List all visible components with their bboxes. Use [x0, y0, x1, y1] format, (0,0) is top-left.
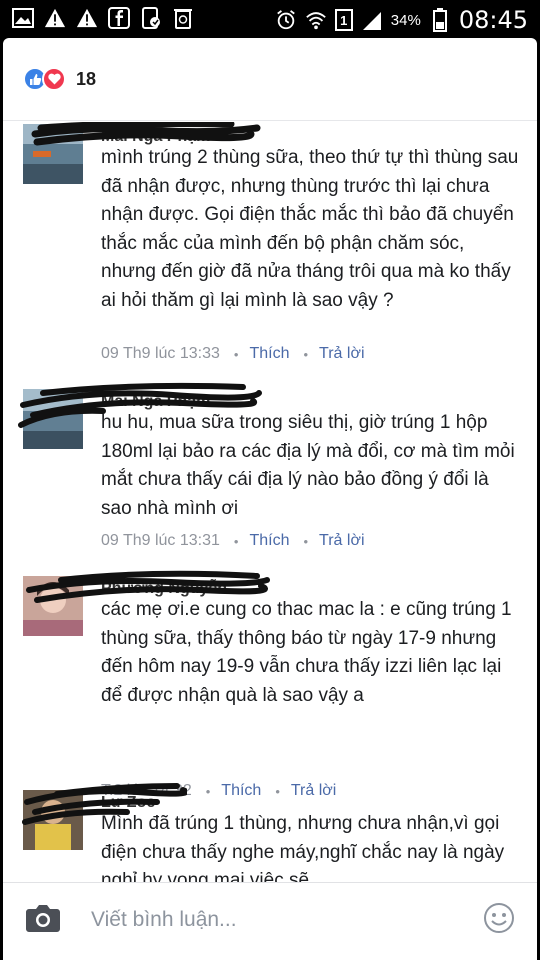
warning-icon — [44, 7, 66, 29]
reaction-count: 18 — [76, 68, 97, 89]
comments-sheet: 18 Mai Nga Phạm mình trúng 2 thùng sữa, … — [3, 38, 537, 960]
facebook-icon — [108, 7, 130, 29]
comment-composer: Viết bình luận... — [3, 882, 537, 960]
comment-meta: 09 Th9 lúc 13:33 • Thích • Trả lời — [101, 345, 365, 363]
reactions-summary[interactable]: 18 — [23, 67, 96, 91]
camera-icon[interactable] — [25, 903, 61, 933]
comment-timestamp: 09 Th9 lúc 13:33 — [101, 345, 220, 362]
separator-dot: • — [275, 783, 280, 799]
comment-input[interactable]: Viết bình luận... — [91, 908, 237, 932]
love-icon — [42, 67, 66, 91]
smiley-icon[interactable] — [483, 902, 515, 934]
system-icons: 1 34% 08:45 — [275, 6, 528, 34]
phone-icon — [140, 7, 162, 29]
recycle-icon — [172, 7, 194, 29]
comment-list[interactable]: Mai Nga Phạm mình trúng 2 thùng sữa, the… — [3, 122, 537, 882]
notification-icons — [12, 7, 194, 29]
sim-icon: 1 — [334, 9, 353, 31]
reply-link[interactable]: Trả lời — [291, 782, 336, 800]
status-bar: 1 34% 08:45 — [0, 0, 540, 38]
comment-timestamp: 09 Th9 lúc 13:31 — [101, 532, 220, 549]
separator-dot: • — [303, 346, 309, 362]
separator-dot: • — [233, 346, 239, 362]
separator-dot: • — [303, 533, 309, 549]
separator-dot: • — [205, 783, 211, 799]
gallery-icon — [12, 7, 34, 29]
separator-dot: • — [233, 533, 239, 549]
like-link[interactable]: Thích — [249, 532, 289, 550]
like-link[interactable]: Thích — [221, 782, 261, 800]
alarm-icon — [275, 9, 297, 31]
signal-icon — [361, 9, 383, 31]
reply-link[interactable]: Trả lời — [319, 345, 364, 363]
warning-icon — [76, 7, 98, 29]
like-link[interactable]: Thích — [249, 345, 289, 363]
comment-text: hu hu, mua sữa trong siêu thị, giờ trúng… — [101, 412, 515, 519]
comment-meta: 09 Th9 lúc 13:31 • Thích • Trả lời — [101, 532, 365, 550]
reply-link[interactable]: Trả lời — [319, 532, 364, 550]
comment-text: Mình đã trúng 1 thùng, nhưng chưa nhận,v… — [101, 813, 505, 882]
wifi-icon — [305, 9, 327, 31]
divider — [3, 120, 537, 121]
comment-text: mình trúng 2 thùng sữa, theo thứ tự thì … — [101, 147, 519, 311]
battery-icon — [429, 8, 451, 32]
battery-percent: 34% — [390, 11, 421, 29]
comment-text: các mẹ ơi.e cung co thac mac la : e cũng… — [101, 599, 512, 706]
clock: 08:45 — [458, 6, 528, 34]
